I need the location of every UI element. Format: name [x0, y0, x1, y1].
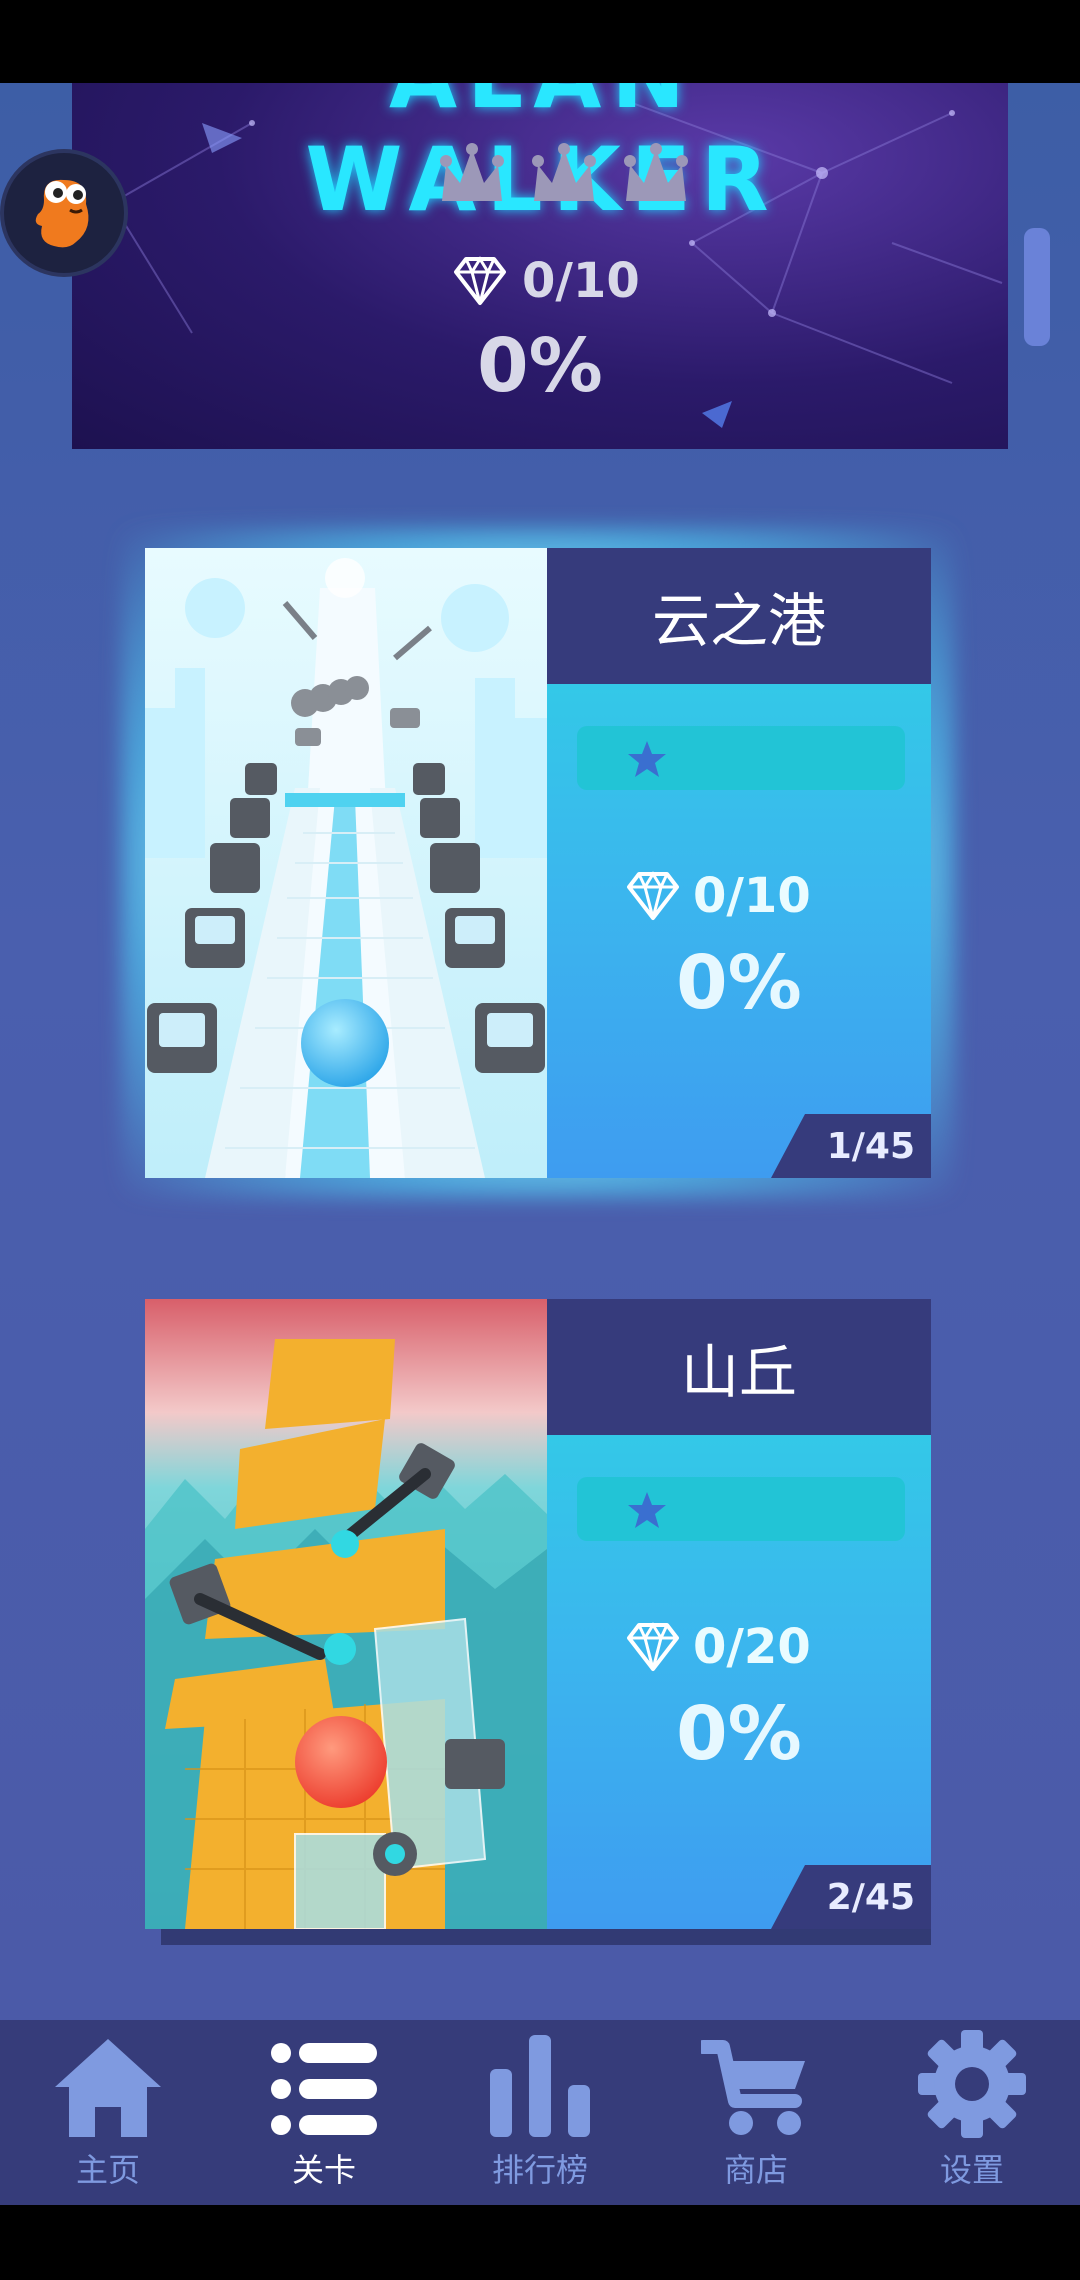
gem-progress: 0/10	[625, 868, 811, 924]
avatar[interactable]	[4, 153, 124, 273]
level-counter: 2/45	[771, 1865, 931, 1929]
gem-count: 0/10	[522, 253, 640, 309]
gem-count: 0/10	[693, 868, 811, 924]
diamond-icon	[627, 871, 679, 920]
level-select-screen: ALAN WALKER 0/10 0%	[0, 83, 1080, 2020]
nav-settings[interactable]: 设置	[864, 2020, 1080, 2205]
level-counter-text: 2/45	[826, 1877, 915, 1918]
leaderboard-icon	[490, 2035, 590, 2137]
bottom-navigation: 主页 关卡 排行榜 商店 设置	[0, 2020, 1080, 2205]
nav-home[interactable]: 主页	[0, 2020, 216, 2205]
level-counter: 1/45	[771, 1114, 931, 1178]
crown-rating	[437, 143, 691, 211]
level-name: 山丘	[547, 1299, 931, 1435]
completion-percent: 0%	[477, 323, 603, 409]
gem-count: 0/20	[693, 1619, 811, 1675]
level-info-panel: 云之港 0/10 0% 1/45	[547, 548, 931, 1178]
level-thumbnail-cloud-harbor	[145, 548, 547, 1178]
gem-progress: 0/10	[452, 253, 640, 309]
status-bar-top	[0, 0, 1080, 83]
gear-icon	[918, 2030, 1026, 2138]
cart-icon	[701, 2040, 805, 2135]
list-icon	[271, 2043, 377, 2135]
nav-shop[interactable]: 商店	[648, 2020, 864, 2205]
diamond-icon	[454, 256, 506, 305]
star-progress-bar	[577, 726, 905, 790]
crown-icon	[440, 143, 504, 201]
mascot-icon	[35, 179, 89, 248]
nav-home-label: 主页	[75, 2151, 140, 2189]
level-card-alan-walker[interactable]: ALAN WALKER 0/10 0%	[72, 83, 1008, 449]
scrollbar-thumb[interactable]	[1024, 228, 1050, 346]
star-icon	[628, 741, 666, 777]
level-card-1[interactable]: 云之港 0/10 0% 1/45	[145, 548, 931, 1178]
completion-percent: 0%	[676, 940, 802, 1026]
level-card-2[interactable]: 山丘 0/20 0% 2/45	[145, 1299, 931, 1945]
nav-levels-label: 关卡	[291, 2151, 356, 2189]
nav-leaderboard-label: 排行榜	[491, 2151, 588, 2189]
system-bar-bottom	[0, 2205, 1080, 2280]
level-thumbnail-hills	[145, 1299, 547, 1929]
diamond-icon	[627, 1622, 679, 1671]
completion-percent: 0%	[676, 1691, 802, 1777]
nav-leaderboard[interactable]: 排行榜	[432, 2020, 648, 2205]
star-icon	[628, 1492, 666, 1528]
nav-levels[interactable]: 关卡	[216, 2020, 432, 2205]
level-name: 云之港	[547, 548, 931, 684]
home-icon	[55, 2039, 161, 2137]
crown-icon	[532, 143, 596, 201]
level-info-panel: 山丘 0/20 0% 2/45	[547, 1299, 931, 1929]
nav-settings-label: 设置	[939, 2151, 1004, 2189]
level-counter-text: 1/45	[826, 1126, 915, 1167]
crown-icon	[624, 143, 688, 201]
gem-progress: 0/20	[625, 1619, 811, 1675]
nav-shop-label: 商店	[723, 2151, 788, 2189]
star-progress-bar	[577, 1477, 905, 1541]
